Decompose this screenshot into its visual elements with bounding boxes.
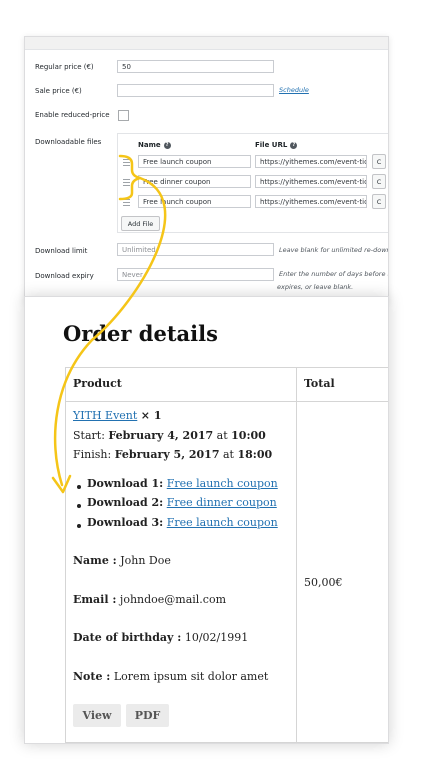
customer-email: Email : johndoe@mail.com <box>73 593 227 606</box>
customer-name: Name : John Doe <box>73 554 171 567</box>
download-expiry-hint-line-1: Enter the number of days before a <box>279 270 389 278</box>
order-total-value: 50,00€ <box>304 576 343 589</box>
drag-handle-icon[interactable] <box>123 159 130 166</box>
download-item: Download 2: Free dinner coupon <box>87 496 277 509</box>
download-limit-input[interactable]: Unlimited <box>117 243 274 256</box>
download-item: Download 3: Free launch coupon <box>87 516 278 529</box>
event-finish-line: Finish: February 5, 2017 at 18:00 <box>73 448 273 461</box>
total-column-header: Total <box>304 377 335 390</box>
product-link[interactable]: YITH Event <box>73 409 137 422</box>
drag-handle-icon[interactable] <box>123 199 130 206</box>
file-url-input[interactable]: https://yithemes.com/event-tic <box>255 175 367 188</box>
customer-note: Note : Lorem ipsum sit dolor amet <box>73 670 269 683</box>
enable-reduced-price-checkbox[interactable] <box>118 110 129 121</box>
order-details-panel: Order details Product Total YITH Event ×… <box>24 296 389 744</box>
regular-price-label: Regular price (€) <box>35 63 94 71</box>
file-name-input[interactable]: Free dinner coupon <box>138 175 251 188</box>
file-name-input[interactable]: Free launch coupon <box>138 195 251 208</box>
order-table-divider <box>296 368 297 742</box>
download-expiry-input[interactable]: Never <box>117 268 274 281</box>
view-button[interactable]: View <box>73 704 121 727</box>
file-url-input[interactable]: https://yithemes.com/event-tic <box>255 155 367 168</box>
order-details-title: Order details <box>63 321 218 346</box>
product-quantity: × 1 <box>140 409 162 422</box>
enable-reduced-price-label: Enable reduced-price <box>35 111 110 119</box>
download-link[interactable]: Free launch coupon <box>167 516 278 529</box>
product-line: YITH Event × 1 <box>73 409 162 422</box>
panel-top-bar <box>25 37 388 50</box>
choose-file-button[interactable]: C <box>372 174 386 189</box>
customer-birthday: Date of birthday : 10/02/1991 <box>73 631 249 644</box>
download-link[interactable]: Free launch coupon <box>167 477 278 490</box>
file-name-input[interactable]: Free launch coupon <box>138 155 251 168</box>
download-expiry-label: Download expiry <box>35 272 94 280</box>
col-name-header: Name? <box>138 141 171 149</box>
file-url-input[interactable]: https://yithemes.com/event-tic <box>255 195 367 208</box>
downloadable-files-label: Downloadable files <box>35 138 102 146</box>
choose-file-button[interactable]: C <box>372 154 386 169</box>
event-start-line: Start: February 4, 2017 at 10:00 <box>73 429 266 442</box>
pdf-button[interactable]: PDF <box>126 704 169 727</box>
help-icon: ? <box>290 141 298 149</box>
list-bullet <box>77 524 81 528</box>
list-bullet <box>77 485 81 489</box>
product-column-header: Product <box>73 377 122 390</box>
choose-file-button[interactable]: C <box>372 194 386 209</box>
sale-price-label: Sale price (€) <box>35 87 82 95</box>
product-data-panel: Regular price (€) 50 Sale price (€) Sche… <box>24 36 389 303</box>
order-table: Product Total YITH Event × 1 Start: Febr… <box>65 367 388 743</box>
col-file-url-header: File URL? <box>255 141 298 149</box>
download-limit-hint: Leave blank for unlimited re-down <box>279 246 389 254</box>
schedule-link[interactable]: Schedule <box>279 86 309 94</box>
add-file-button[interactable]: Add File <box>121 216 160 231</box>
download-expiry-hint-line-2: expires, or leave blank. <box>277 283 354 291</box>
help-icon: ? <box>163 141 171 149</box>
list-bullet <box>77 504 81 508</box>
sale-price-input[interactable] <box>117 84 274 97</box>
drag-handle-icon[interactable] <box>123 179 130 186</box>
download-limit-label: Download limit <box>35 247 88 255</box>
regular-price-input[interactable]: 50 <box>117 60 274 73</box>
download-link[interactable]: Free dinner coupon <box>167 496 277 509</box>
download-item: Download 1: Free launch coupon <box>87 477 278 490</box>
